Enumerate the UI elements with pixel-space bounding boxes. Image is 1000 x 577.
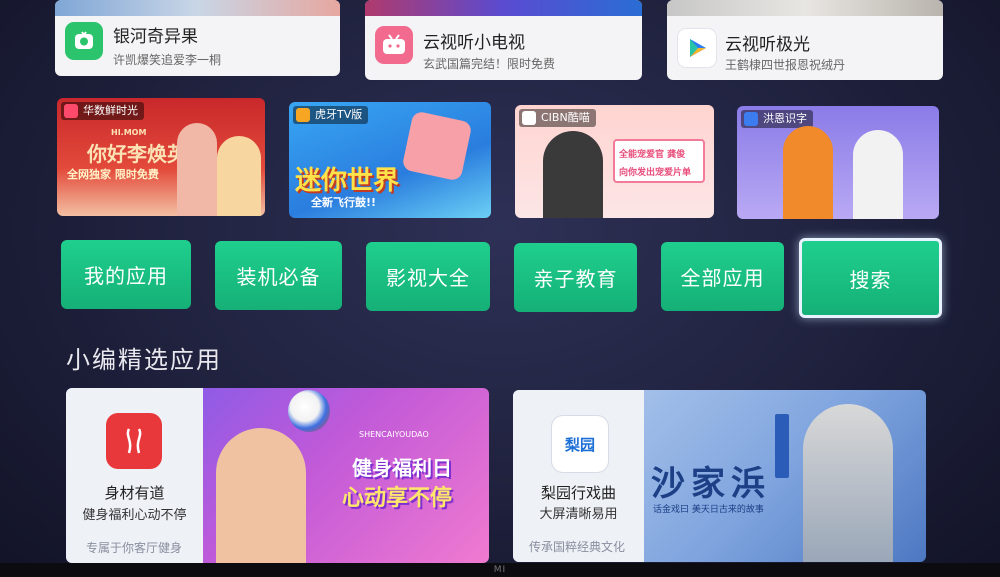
tv-bezel: MI bbox=[0, 563, 1000, 577]
soldier-figure bbox=[803, 404, 893, 562]
promo-app-name: 身材有道 bbox=[104, 484, 165, 502]
poster-headline-2: 心动享不停 bbox=[342, 486, 453, 511]
opera-icon-text: 梨园 bbox=[564, 435, 595, 454]
opera-pear-icon: 梨园 bbox=[551, 415, 609, 473]
banner-cibn[interactable]: CIBN酷喵 全能宠爱官 龚俊 向你发出宠爱片单 bbox=[515, 105, 714, 218]
promo-info-panel: 身材有道 健身福利心动不停 专属于你客厅健身 bbox=[66, 388, 203, 563]
app-subtitle: 许凯爆笑追爱李一桐 bbox=[113, 53, 222, 67]
banner-brand: HI.MOM bbox=[111, 128, 147, 137]
banner-tag-label: 华数鲜时光 bbox=[83, 104, 138, 117]
poster-small-text: SHENCAIYOUDAO bbox=[359, 430, 429, 439]
category-my-apps-button[interactable]: 我的应用 bbox=[61, 240, 191, 309]
headline-box: 全能宠爱官 龚俊 向你发出宠爱片单 bbox=[613, 139, 705, 183]
person-figure bbox=[216, 428, 306, 563]
banner-hi-mom[interactable]: 华数鲜时光 HI.MOM 你好李焕英 全网独家 限时免费 bbox=[57, 98, 265, 216]
person-figure bbox=[217, 136, 261, 216]
promo-info-panel: 梨园 梨园行戏曲 大屏清晰易用 传承国粹经典文化 bbox=[513, 390, 644, 562]
poster-subtitle: 话金戏曰 美天日古来的故事 bbox=[653, 505, 764, 515]
banner-tag-label: 虎牙TV版 bbox=[315, 108, 363, 121]
category-education-button[interactable]: 亲子教育 bbox=[514, 243, 637, 312]
banner-tag: CIBN酷喵 bbox=[519, 109, 596, 127]
promo-app-desc: 大屏清晰易用 bbox=[539, 507, 618, 522]
poster-title: 沙家浜 bbox=[651, 464, 771, 504]
card-banner-strip bbox=[365, 0, 642, 16]
banner-subline: 向你发出宠爱片单 bbox=[619, 168, 692, 178]
banner-subline: 全新飞行鼓!! bbox=[311, 196, 377, 209]
tv-mascot-icon bbox=[375, 26, 413, 64]
promo-app-desc: 健身福利心动不停 bbox=[82, 508, 187, 523]
banner-tag: 虎牙TV版 bbox=[293, 106, 369, 124]
banner-huya[interactable]: 虎牙TV版 迷你世界 全新飞行鼓!! bbox=[289, 102, 491, 218]
card-banner-strip bbox=[667, 0, 943, 16]
category-essentials-button[interactable]: 装机必备 bbox=[215, 241, 342, 310]
card-banner-strip bbox=[55, 0, 340, 16]
person-figure bbox=[783, 126, 833, 219]
app-title: 云视听极光 bbox=[725, 35, 810, 55]
app-card-kiwi[interactable]: 银河奇异果 许凯爆笑追爱李一桐 bbox=[55, 0, 340, 76]
banner-subline: 全网独家 限时免费 bbox=[67, 168, 159, 181]
kiwi-app-icon bbox=[65, 22, 103, 60]
promo-app-name: 梨园行戏曲 bbox=[540, 484, 616, 502]
game-character bbox=[401, 110, 473, 182]
app-card-xiaodianshi[interactable]: 云视听小电视 玄武国篇完结！限时免费 bbox=[365, 0, 642, 80]
search-button[interactable]: 搜索 bbox=[799, 238, 942, 318]
banner-tag-label: 洪恩识字 bbox=[763, 112, 807, 125]
poster-badge bbox=[775, 414, 789, 478]
app-subtitle: 王鹤棣四世报恩祝绒丹 bbox=[725, 58, 846, 72]
banner-headline: 全能宠爱官 龚俊 bbox=[619, 150, 686, 160]
banner-headline: 迷你世界 bbox=[295, 166, 400, 196]
banner-tag: 洪恩识字 bbox=[741, 110, 813, 128]
volleyball-icon bbox=[288, 390, 330, 432]
category-all-apps-button[interactable]: 全部应用 bbox=[661, 242, 784, 311]
person-figure bbox=[543, 131, 603, 218]
app-subtitle: 玄武国篇完结！限时免费 bbox=[423, 57, 556, 71]
banner-hongen[interactable]: 洪恩识字 bbox=[737, 106, 939, 219]
promo-card-shencai[interactable]: 身材有道 健身福利心动不停 专属于你客厅健身 SHENCAIYOUDAO 健身福… bbox=[66, 388, 489, 563]
banner-tag-label: CIBN酷喵 bbox=[541, 111, 590, 124]
section-title: 小编精选应用 bbox=[66, 346, 222, 374]
banner-headline: 你好李焕英 bbox=[87, 142, 187, 166]
promo-card-liyuan[interactable]: 梨园 梨园行戏曲 大屏清晰易用 传承国粹经典文化 沙家浜 话金戏曰 美天日古来的… bbox=[513, 390, 926, 562]
category-video-button[interactable]: 影视大全 bbox=[366, 242, 490, 311]
app-title: 银河奇异果 bbox=[113, 27, 198, 47]
person-figure bbox=[853, 130, 903, 219]
promo-footer-text: 传承国粹经典文化 bbox=[529, 540, 626, 554]
app-title: 云视听小电视 bbox=[423, 33, 525, 53]
poster-headline: 健身福利日 bbox=[352, 456, 452, 480]
body-curve-icon bbox=[106, 413, 162, 469]
play-triangle-icon bbox=[677, 28, 717, 68]
tv-brand-logo: MI bbox=[493, 565, 507, 575]
app-card-jiguang[interactable]: 云视听极光 王鹤棣四世报恩祝绒丹 bbox=[667, 0, 943, 80]
banner-tag: 华数鲜时光 bbox=[61, 102, 144, 120]
person-figure bbox=[177, 123, 217, 216]
promo-footer-text: 专属于你客厅健身 bbox=[86, 541, 183, 555]
